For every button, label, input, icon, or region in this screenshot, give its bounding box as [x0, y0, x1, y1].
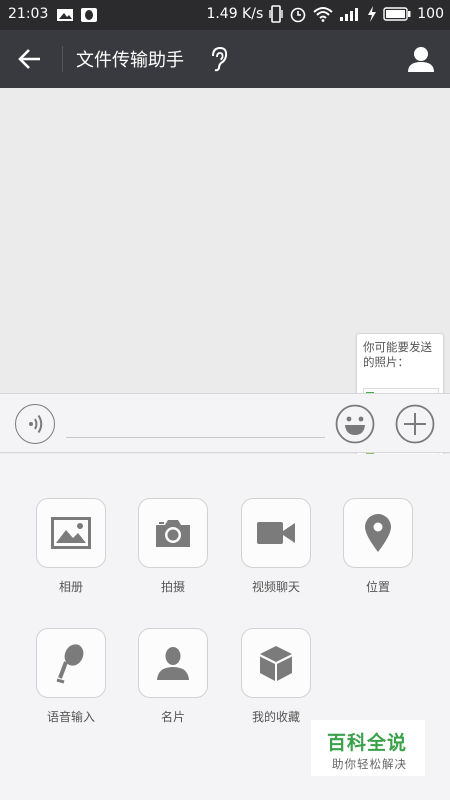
watermark-subtitle: 助你轻松解决 — [332, 757, 407, 771]
message-input[interactable] — [66, 408, 325, 438]
status-time: 21:03 — [8, 6, 49, 22]
panel-item-label: 语音输入 — [46, 710, 95, 724]
title-divider — [62, 46, 63, 72]
ear-icon — [212, 46, 228, 72]
panel-item-video-call[interactable]: 视频聊天 — [241, 498, 313, 595]
network-speed: 1.49 K/s — [206, 6, 264, 22]
more-options-button[interactable] — [395, 404, 435, 444]
panel-item-location[interactable]: 位置 — [343, 498, 415, 595]
battery-level: 100 — [417, 6, 444, 22]
chat-title: 文件传输助手 — [76, 50, 184, 71]
video-call-icon — [257, 522, 295, 544]
voice-toggle-button[interactable] — [15, 404, 55, 444]
contact-card-icon — [157, 647, 189, 680]
qq-notification-icon — [81, 8, 97, 22]
panel-item-favorites[interactable]: 我的收藏 — [241, 628, 313, 725]
panel-item-album[interactable]: 相册 — [36, 498, 108, 595]
microphone-icon — [56, 644, 84, 684]
battery-icon — [383, 7, 411, 21]
back-button[interactable] — [12, 44, 48, 74]
panel-item-label: 拍摄 — [160, 580, 185, 594]
watermark: 百科全说 助你轻松解决 — [311, 720, 425, 776]
title-bar: 文件传输助手 — [0, 30, 450, 88]
panel-item-camera[interactable]: 拍摄 — [138, 498, 210, 595]
album-icon — [51, 517, 91, 549]
alarm-icon — [290, 7, 306, 23]
panel-item-label: 相册 — [58, 580, 83, 594]
status-bar: 21:03 1.49 K/s 100 — [0, 0, 450, 30]
charging-icon — [368, 6, 377, 22]
chat-area[interactable]: 你可能要发送的照片： — [0, 88, 450, 467]
back-arrow-icon — [18, 49, 40, 69]
signal-icon — [340, 8, 359, 21]
panel-item-label: 我的收藏 — [251, 710, 300, 724]
input-bar — [0, 393, 450, 453]
vibrate-icon — [269, 5, 283, 23]
chat-info-button[interactable] — [406, 44, 436, 74]
panel-item-voice-input[interactable]: 语音输入 — [36, 628, 108, 725]
panel-item-label: 位置 — [365, 580, 390, 594]
camera-icon — [156, 520, 190, 547]
watermark-title: 百科全说 — [327, 732, 408, 754]
image-notification-icon — [57, 9, 73, 21]
emoji-icon — [335, 404, 375, 444]
emoji-button[interactable] — [335, 404, 375, 444]
photo-suggestion-text: 你可能要发送的照片： — [363, 340, 432, 369]
location-icon — [365, 514, 391, 552]
profile-icon — [408, 47, 434, 72]
panel-item-label: 名片 — [160, 710, 185, 724]
favorites-box-icon — [260, 646, 292, 681]
wifi-icon — [313, 7, 333, 22]
panel-item-contact-card[interactable]: 名片 — [138, 628, 210, 725]
panel-item-label: 视频聊天 — [251, 580, 300, 594]
plus-icon — [395, 404, 435, 444]
voice-icon — [28, 414, 42, 433]
